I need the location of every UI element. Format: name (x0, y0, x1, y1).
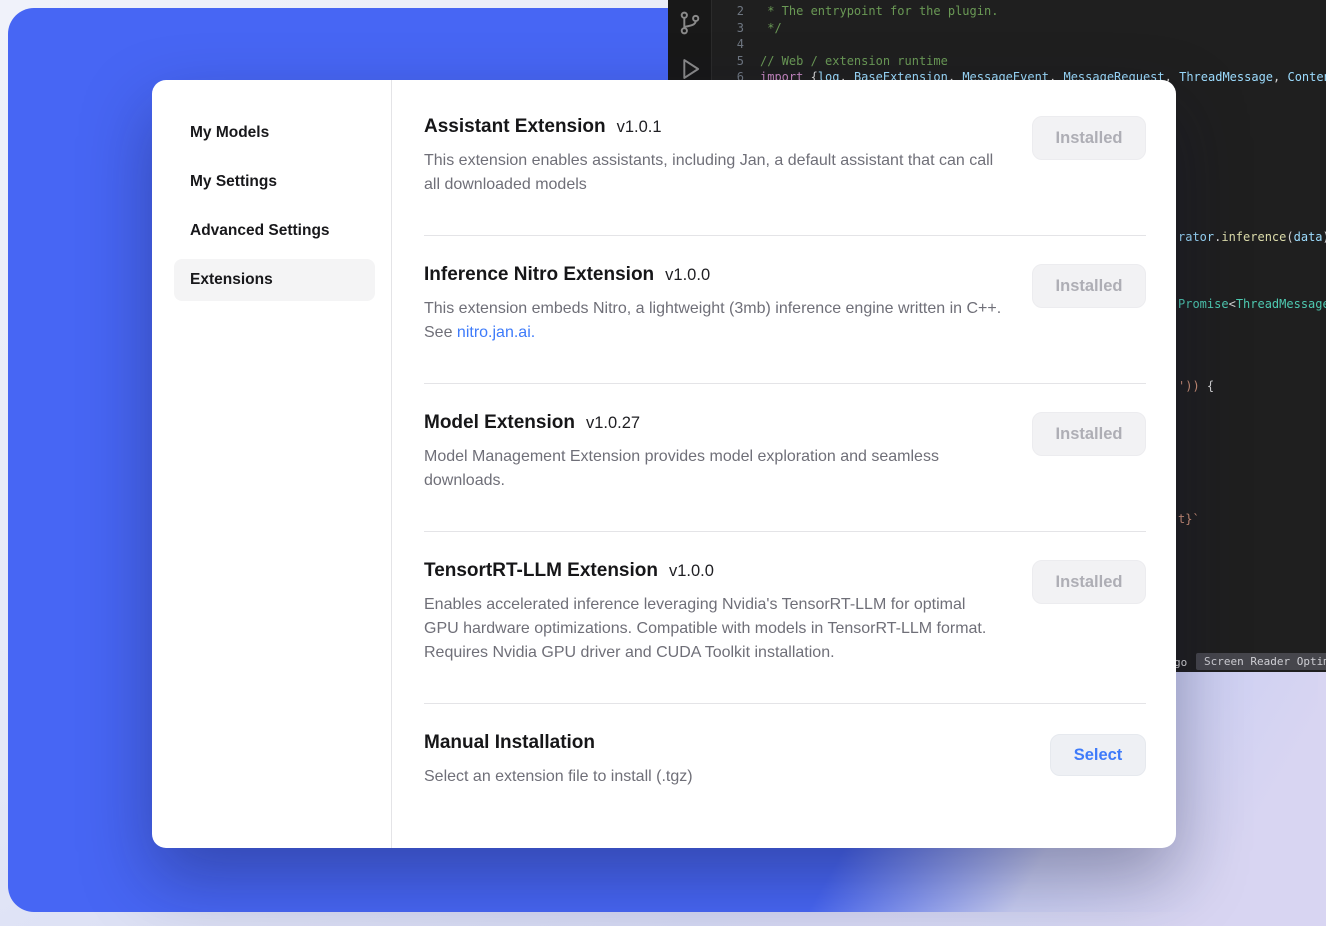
extension-version: v1.0.27 (586, 414, 640, 432)
extension-info: Model Extension v1.0.27 Model Management … (424, 412, 1002, 493)
extension-info: Inference Nitro Extension v1.0.0 This ext… (424, 264, 1002, 345)
manual-installation-description: Select an extension file to install (.tg… (424, 765, 693, 789)
code-fragment: ')) { (1178, 379, 1214, 393)
section-name: Manual Installation (424, 732, 595, 753)
line-number: 2 (714, 3, 744, 20)
extension-title: Model Extension v1.0.27 (424, 412, 1002, 434)
manual-installation-row: Manual Installation Select an extension … (424, 704, 1146, 789)
line-number: 3 (714, 20, 744, 37)
settings-card: My Models My Settings Advanced Settings … (152, 80, 1176, 848)
extension-description: Model Management Extension provides mode… (424, 445, 1002, 493)
code-line: * The entrypoint for the plugin. (760, 3, 1326, 20)
extension-name: Inference Nitro Extension (424, 264, 654, 285)
code-line: // Web / extension runtime (760, 53, 1326, 70)
code-fragment: rator.inference(data)); (1178, 230, 1326, 244)
extension-description: This extension enables assistants, inclu… (424, 149, 1002, 197)
extension-description: This extension embeds Nitro, a lightweig… (424, 297, 1002, 345)
extension-version: v1.0.0 (669, 562, 714, 580)
sidebar-item-my-models[interactable]: My Models (174, 112, 375, 154)
extension-row-assistant: Assistant Extension v1.0.1 This extension… (424, 94, 1146, 236)
editor-gutter: 23456 (714, 3, 744, 86)
extension-name: TensortRT-LLM Extension (424, 560, 658, 581)
settings-sidebar: My Models My Settings Advanced Settings … (152, 80, 392, 848)
code-line: */ (760, 20, 1326, 37)
run-and-debug-icon[interactable] (677, 56, 703, 82)
extensions-list: Assistant Extension v1.0.1 This extension… (392, 80, 1176, 848)
extension-title: TensortRT-LLM Extension v1.0.0 (424, 560, 1002, 582)
extension-name: Model Extension (424, 412, 575, 433)
extension-description: Enables accelerated inference leveraging… (424, 593, 1002, 665)
code-fragment: t}` (1178, 512, 1200, 526)
code-fragment: Promise<ThreadMessage> (1178, 297, 1326, 311)
installed-button[interactable]: Installed (1032, 412, 1146, 456)
extension-title: Inference Nitro Extension v1.0.0 (424, 264, 1002, 286)
line-number: 5 (714, 53, 744, 70)
line-number: 4 (714, 36, 744, 53)
nitro-jan-ai-link[interactable]: nitro.jan.ai. (457, 324, 535, 341)
source-control-icon[interactable] (677, 10, 703, 36)
sidebar-item-extensions[interactable]: Extensions (174, 259, 375, 301)
code-line (760, 36, 1326, 53)
sidebar-item-my-settings[interactable]: My Settings (174, 161, 375, 203)
extension-row-inference-nitro: Inference Nitro Extension v1.0.0 This ext… (424, 236, 1146, 384)
extension-name: Assistant Extension (424, 116, 606, 137)
select-file-button[interactable]: Select (1050, 734, 1146, 776)
extension-info: Assistant Extension v1.0.1 This extension… (424, 116, 1002, 197)
installed-button[interactable]: Installed (1032, 560, 1146, 604)
manual-installation-title: Manual Installation (424, 732, 693, 754)
extension-row-tensorrt-llm: TensortRT-LLM Extension v1.0.0 Enables ac… (424, 532, 1146, 704)
extension-title: Assistant Extension v1.0.1 (424, 116, 1002, 138)
editor-code: * The entrypoint for the plugin. */ // We… (760, 3, 1326, 86)
extension-version: v1.0.1 (617, 118, 662, 136)
screen-reader-badge[interactable]: Screen Reader Optimize (1196, 653, 1326, 670)
extension-info: Manual Installation Select an extension … (424, 732, 693, 789)
sidebar-item-advanced-settings[interactable]: Advanced Settings (174, 210, 375, 252)
installed-button[interactable]: Installed (1032, 116, 1146, 160)
extension-info: TensortRT-LLM Extension v1.0.0 Enables ac… (424, 560, 1002, 665)
extension-version: v1.0.0 (665, 266, 710, 284)
installed-button[interactable]: Installed (1032, 264, 1146, 308)
extension-row-model: Model Extension v1.0.27 Model Management … (424, 384, 1146, 532)
